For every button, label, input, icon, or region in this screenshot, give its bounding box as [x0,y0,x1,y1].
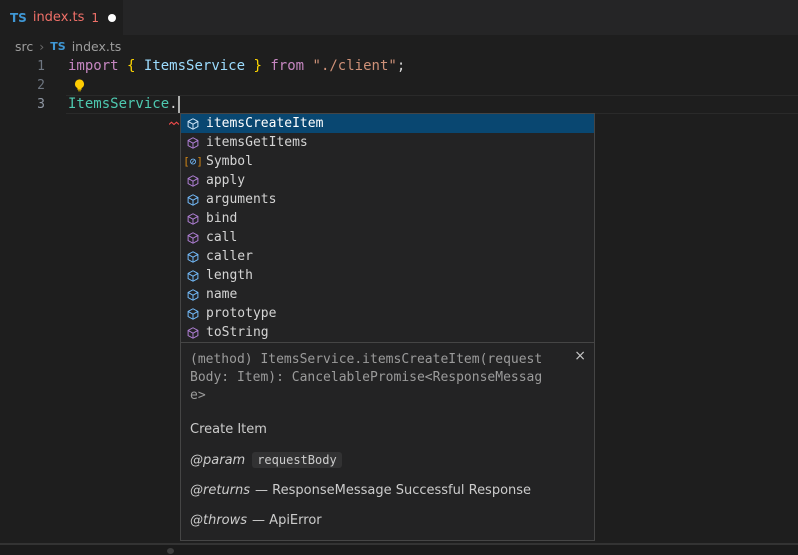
chevron-right-icon: › [39,39,44,54]
doc-tag-text: — ResponseMessage Successful Response [255,483,531,498]
code-token: } [253,58,261,74]
code-token: "./client" [313,58,397,74]
horizontal-scrollbar-thumb[interactable] [167,548,174,554]
suggestion-item[interactable]: arguments [181,190,594,209]
symbol-field-icon [185,192,201,208]
code-editor[interactable]: 1 import { ItemsService } from "./client"… [0,57,798,114]
symbol-field-icon [185,306,201,322]
code-text: import { ItemsService } from "./client"; [68,57,405,76]
suggestion-list: itemsCreateItem itemsGetItems [⊘] Symbol app… [180,113,595,343]
suggestion-label: name [206,287,237,302]
suggestion-item[interactable]: caller [181,247,594,266]
symbol-field-icon [185,287,201,303]
bottom-strip [0,545,798,555]
code-token: . [169,96,177,112]
suggestion-item[interactable]: bind [181,209,594,228]
close-icon[interactable]: × [574,349,586,363]
code-token: ItemsService [68,96,169,112]
doc-tag-label: @param [190,453,245,468]
doc-tag-label: @throws [190,513,247,528]
doc-tag-text: — ApiError [252,513,322,528]
tab-title: index.ts [33,10,85,25]
suggestion-item[interactable]: itemsCreateItem [181,114,594,133]
doc-tags: @param requestBody@returns — ResponseMessa… [190,452,585,528]
suggestion-label: caller [206,249,253,264]
symbol-method-icon [185,135,201,151]
method-signature: (method) ItemsService.itemsCreateItem(re… [190,351,547,405]
suggestion-label: toString [206,325,269,340]
suggestion-label: call [206,230,237,245]
symbol-method-icon [185,230,201,246]
breadcrumb-file[interactable]: index.ts [72,39,122,54]
doc-tag-row: @throws — ApiError [190,513,585,528]
line-number: 1 [0,57,45,76]
suggestion-item[interactable]: call [181,228,594,247]
suggest-docs-panel: (method) ItemsService.itemsCreateItem(re… [180,342,595,541]
typescript-file-icon: TS [10,11,27,25]
suggestion-label: itemsGetItems [206,135,308,150]
line-number: 3 [0,95,45,114]
suggestion-label: Symbol [206,154,253,169]
suggestion-item[interactable]: itemsGetItems [181,133,594,152]
suggestion-item[interactable]: toString [181,323,594,342]
suggestion-item[interactable]: name [181,285,594,304]
breadcrumb-folder[interactable]: src [15,39,33,54]
vscode-window: TS index.ts 1 src › TS index.ts 1 import … [0,0,798,555]
tab-index-ts[interactable]: TS index.ts 1 [0,0,123,35]
doc-tag-row: @returns — ResponseMessage Successful Res… [190,483,585,498]
suggestion-item[interactable]: [⊘] Symbol [181,152,594,171]
line-number: 2 [0,76,45,95]
symbol-method-icon [185,116,201,132]
symbol-method-icon [185,211,201,227]
code-line[interactable]: 1 import { ItemsService } from "./client"… [0,57,798,76]
code-line[interactable]: 3 ItemsService. [0,95,798,114]
modified-indicator-icon[interactable] [108,14,116,22]
code-token [119,58,127,74]
suggestion-label: bind [206,211,237,226]
error-squiggle [169,111,179,130]
suggestion-label: arguments [206,192,276,207]
suggestion-item[interactable]: apply [181,171,594,190]
code-text: ItemsService. [68,95,178,114]
tab-error-count-badge: 1 [91,11,99,25]
param-name-badge: requestBody [252,452,341,468]
suggestion-label: itemsCreateItem [206,116,323,131]
symbol-field-icon [185,249,201,265]
code-token [304,58,312,74]
suggestion-label: apply [206,173,245,188]
symbol-field-icon [185,268,201,284]
breadcrumb: src › TS index.ts [0,35,798,57]
code-token: ItemsService [144,58,245,74]
code-token: import [68,58,119,74]
code-token [135,58,143,74]
symbol-symbol-icon: [⊘] [185,154,201,170]
suggestion-item[interactable]: length [181,266,594,285]
doc-tag-row: @param requestBody [190,452,585,468]
suggestion-label: prototype [206,306,276,321]
typescript-file-icon: TS [50,40,65,53]
lightbulb-icon[interactable] [72,78,87,93]
doc-tag-label: @returns [190,483,250,498]
tab-bar: TS index.ts 1 [0,0,798,35]
code-line[interactable]: 2 [0,76,798,95]
code-token: ; [397,58,405,74]
symbol-method-icon [185,325,201,341]
code-token: from [270,58,304,74]
symbol-method-icon [185,173,201,189]
suggestion-label: length [206,268,253,283]
suggestion-item[interactable]: prototype [181,304,594,323]
doc-description: Create Item [190,422,585,437]
